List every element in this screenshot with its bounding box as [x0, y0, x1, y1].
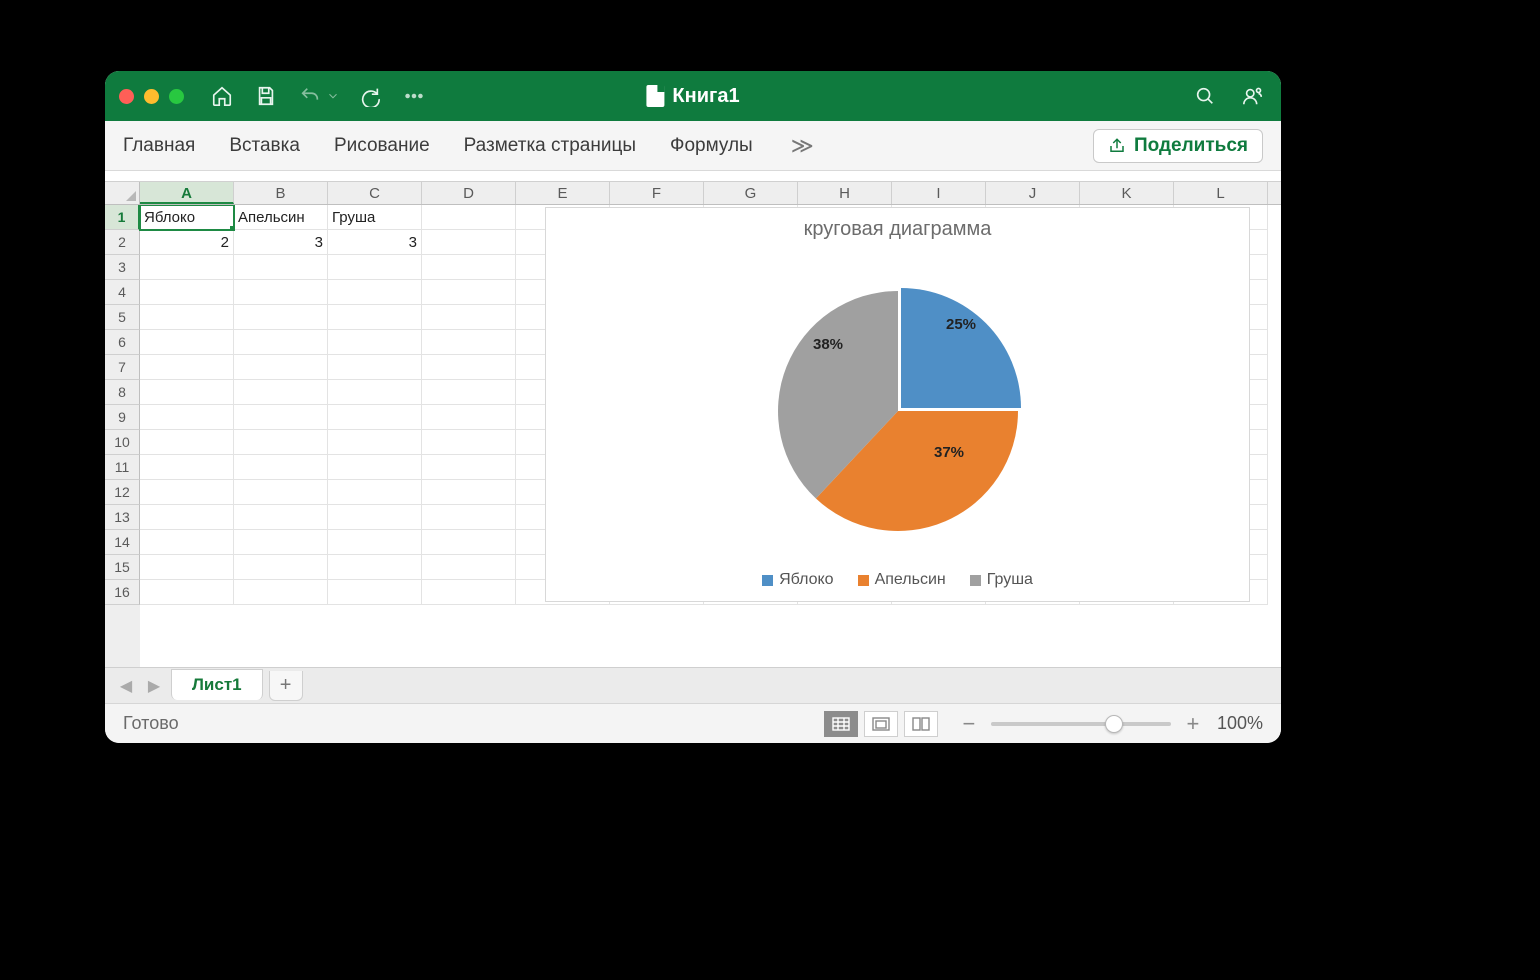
row-header-4[interactable]: 4 [105, 280, 140, 305]
cell-C2[interactable]: 3 [328, 230, 422, 255]
col-header-C[interactable]: C [328, 182, 422, 204]
status-ready: Готово [123, 713, 179, 734]
legend-item-0: Яблоко [762, 571, 834, 589]
zoom-thumb[interactable] [1105, 715, 1123, 733]
col-header-I[interactable]: I [892, 182, 986, 204]
cell[interactable] [140, 255, 234, 280]
sheet-tab-bar: ◀ ▶ Лист1 + [105, 667, 1281, 703]
share-button[interactable]: Поделиться [1093, 129, 1263, 163]
more-icon[interactable] [400, 82, 428, 110]
chart-legend: Яблоко Апельсин Груша [546, 571, 1249, 589]
spreadsheet-grid: A B C D E F G H I J K L 1 2 3 4 5 6 7 8 … [105, 181, 1281, 667]
undo-dropdown-icon[interactable] [326, 82, 340, 110]
legend-item-1: Апельсин [858, 571, 946, 589]
row-header-13[interactable]: 13 [105, 505, 140, 530]
ribbon-tabs: Главная Вставка Рисование Разметка стран… [105, 121, 1281, 171]
col-header-F[interactable]: F [610, 182, 704, 204]
quick-access-toolbar [208, 82, 428, 110]
save-icon[interactable] [252, 82, 280, 110]
col-header-D[interactable]: D [422, 182, 516, 204]
cell-D1[interactable] [422, 205, 516, 230]
cell-B1[interactable]: Апельсин [234, 205, 328, 230]
zoom-in-button[interactable]: + [1183, 711, 1203, 737]
row-header-10[interactable]: 10 [105, 430, 140, 455]
pie-label-2: 38% [813, 336, 843, 353]
undo-icon[interactable] [296, 82, 324, 110]
col-header-G[interactable]: G [704, 182, 798, 204]
redo-icon[interactable] [356, 82, 384, 110]
col-header-L[interactable]: L [1174, 182, 1268, 204]
cell-A1[interactable]: Яблоко [140, 205, 234, 230]
row-header-11[interactable]: 11 [105, 455, 140, 480]
col-header-H[interactable]: H [798, 182, 892, 204]
view-normal-button[interactable] [824, 711, 858, 737]
home-icon[interactable] [208, 82, 236, 110]
share-label: Поделиться [1134, 135, 1248, 157]
titlebar: Книга1 [105, 71, 1281, 121]
zoom-out-button[interactable]: − [959, 711, 979, 737]
share-icon [1108, 137, 1126, 155]
pie-chart[interactable]: круговая диаграмма 25% 37% 38% Яблоко [545, 207, 1250, 602]
tab-formulas[interactable]: Формулы [670, 135, 753, 157]
cell-D2[interactable] [422, 230, 516, 255]
cell-B2[interactable]: 3 [234, 230, 328, 255]
cells-area[interactable]: Яблоко Апельсин Груша 2 3 3 [140, 205, 1281, 667]
row-header-3[interactable]: 3 [105, 255, 140, 280]
view-page-layout-button[interactable] [864, 711, 898, 737]
col-header-E[interactable]: E [516, 182, 610, 204]
row-header-5[interactable]: 5 [105, 305, 140, 330]
add-sheet-button[interactable]: + [269, 671, 303, 701]
view-page-break-button[interactable] [904, 711, 938, 737]
application-window: Книга1 Главная Вставка Рисование Разметк… [105, 71, 1281, 743]
row-header-15[interactable]: 15 [105, 555, 140, 580]
zoom-control: − + [959, 711, 1203, 737]
tab-page-layout[interactable]: Разметка страницы [464, 135, 636, 157]
tab-insert[interactable]: Вставка [229, 135, 300, 157]
pie-graphic [768, 281, 1028, 541]
document-title: Книга1 [646, 85, 739, 108]
col-header-K[interactable]: K [1080, 182, 1174, 204]
window-controls [119, 89, 184, 104]
col-header-B[interactable]: B [234, 182, 328, 204]
zoom-slider[interactable] [991, 722, 1171, 726]
pie-label-1: 37% [934, 444, 964, 461]
row-header-9[interactable]: 9 [105, 405, 140, 430]
sheet-nav-prev-icon[interactable]: ◀ [115, 675, 137, 697]
row-headers: 1 2 3 4 5 6 7 8 9 10 11 12 13 14 15 16 [105, 205, 140, 667]
document-icon [646, 85, 664, 107]
tab-draw[interactable]: Рисование [334, 135, 430, 157]
pie-label-0: 25% [946, 316, 976, 333]
ribbon-overflow-icon[interactable]: ≫ [791, 133, 814, 159]
row-header-8[interactable]: 8 [105, 380, 140, 405]
document-name: Книга1 [672, 85, 739, 108]
cell-A2[interactable]: 2 [140, 230, 234, 255]
legend-item-2: Груша [970, 571, 1033, 589]
chart-title: круговая диаграмма [546, 218, 1249, 241]
cell-C1[interactable]: Груша [328, 205, 422, 230]
row-header-6[interactable]: 6 [105, 330, 140, 355]
column-headers: A B C D E F G H I J K L [105, 181, 1281, 205]
select-all-corner[interactable] [105, 182, 140, 204]
status-bar: Готово − + 100% [105, 703, 1281, 743]
row-header-7[interactable]: 7 [105, 355, 140, 380]
search-icon[interactable] [1191, 82, 1219, 110]
col-header-J[interactable]: J [986, 182, 1080, 204]
col-header-A[interactable]: A [140, 182, 234, 204]
sheet-nav-next-icon[interactable]: ▶ [143, 675, 165, 697]
tab-home[interactable]: Главная [123, 135, 195, 157]
row-header-2[interactable]: 2 [105, 230, 140, 255]
row-header-12[interactable]: 12 [105, 480, 140, 505]
row-header-1[interactable]: 1 [105, 205, 140, 230]
row-header-16[interactable]: 16 [105, 580, 140, 605]
minimize-window-button[interactable] [144, 89, 159, 104]
sheet-tab-active[interactable]: Лист1 [171, 669, 263, 700]
row-header-14[interactable]: 14 [105, 530, 140, 555]
zoom-value[interactable]: 100% [1217, 713, 1263, 734]
close-window-button[interactable] [119, 89, 134, 104]
maximize-window-button[interactable] [169, 89, 184, 104]
coauthor-icon[interactable] [1239, 82, 1267, 110]
